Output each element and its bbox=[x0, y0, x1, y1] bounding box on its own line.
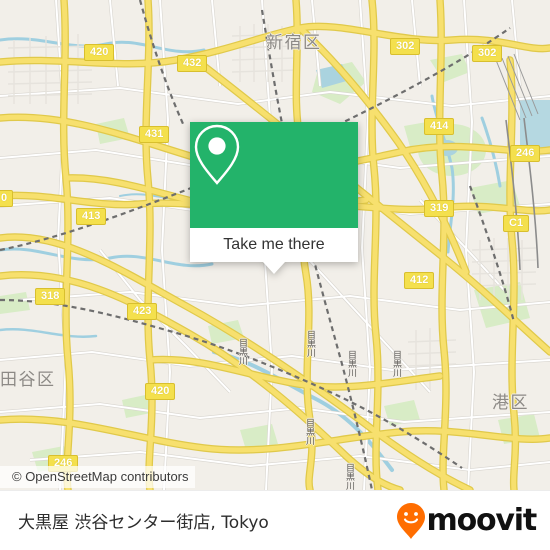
road-shield: 413 bbox=[76, 208, 107, 225]
moovit-logo[interactable]: moovit bbox=[396, 502, 538, 540]
road-shield: C1 bbox=[503, 215, 530, 232]
take-me-there-popup[interactable]: Take me there bbox=[190, 122, 358, 274]
moovit-wordmark: moovit bbox=[426, 503, 538, 538]
road-shield: 414 bbox=[424, 118, 455, 135]
osm-attribution[interactable]: © OpenStreetMap contributors bbox=[0, 466, 195, 488]
river-label: 目黒川 bbox=[304, 418, 314, 445]
road-shield: 0 bbox=[0, 190, 14, 207]
road-shield: 431 bbox=[139, 126, 170, 143]
take-me-there-label: Take me there bbox=[223, 236, 325, 253]
road-shield: 302 bbox=[472, 45, 503, 62]
river-label: 目黒川 bbox=[305, 330, 315, 357]
footer-bar: 大黒屋 渋谷センター街店, Tokyo moovit bbox=[0, 490, 550, 550]
map-screenshot: 新宿区 田谷区 港区 目黒川 目黒川 目黒川 目黒川 目黒川 目黒川 420 4… bbox=[0, 0, 550, 550]
place-title: 大黒屋 渋谷センター街店, Tokyo bbox=[18, 513, 269, 533]
map-canvas[interactable]: 新宿区 田谷区 港区 目黒川 目黒川 目黒川 目黒川 目黒川 目黒川 420 4… bbox=[0, 0, 550, 490]
ward-label-setagaya: 田谷区 bbox=[0, 370, 56, 390]
river-label: 目黒川 bbox=[391, 350, 401, 377]
moovit-pin-smiley-icon bbox=[396, 502, 425, 539]
popup-tail-pointer bbox=[263, 262, 285, 274]
road-shield: 420 bbox=[84, 44, 115, 61]
road-shield: 246 bbox=[510, 145, 541, 162]
road-shield: 318 bbox=[35, 288, 66, 305]
road-shield: 319 bbox=[424, 200, 455, 217]
road-shield: 432 bbox=[177, 55, 208, 72]
ward-label-minato: 港区 bbox=[492, 393, 529, 413]
ward-label-shinjuku: 新宿区 bbox=[266, 33, 322, 53]
road-shield: 420 bbox=[145, 383, 176, 400]
map-pin-icon bbox=[194, 124, 240, 185]
river-label: 目黒川 bbox=[344, 463, 354, 490]
road-shield: 412 bbox=[404, 272, 435, 289]
road-shield: 423 bbox=[127, 303, 158, 320]
popup-action-row[interactable]: Take me there bbox=[190, 228, 358, 262]
river-label: 目黒川 bbox=[237, 338, 247, 365]
popup-header bbox=[190, 122, 358, 228]
road-shield: 302 bbox=[390, 38, 421, 55]
river-label: 目黒川 bbox=[346, 350, 356, 377]
